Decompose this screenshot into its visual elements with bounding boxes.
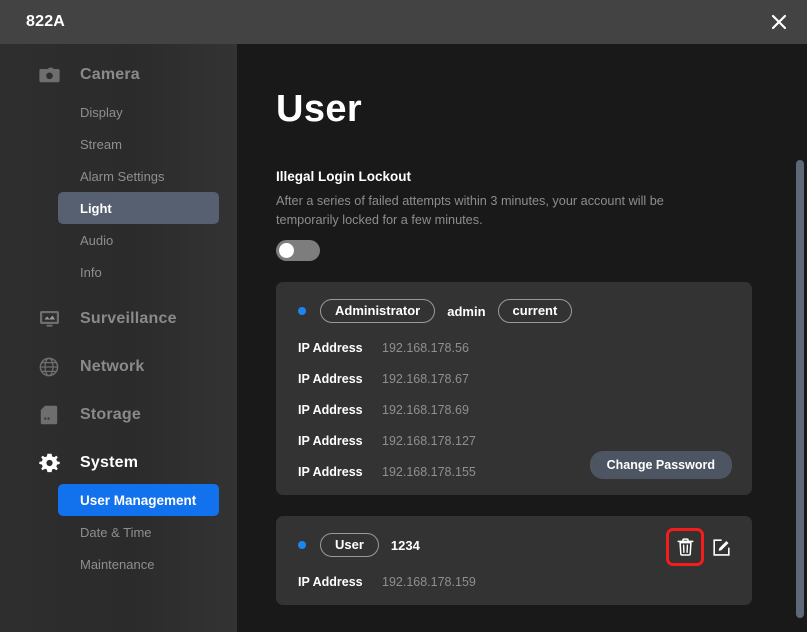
- toggle-knob: [279, 243, 294, 258]
- ip-value: 192.168.178.67: [382, 372, 469, 386]
- sidebar-item-user-management[interactable]: User Management: [58, 484, 219, 516]
- sidebar-item-maintenance[interactable]: Maintenance: [58, 548, 219, 580]
- sidebar-group-network[interactable]: Network: [0, 350, 237, 384]
- sidebar-item-date-time[interactable]: Date & Time: [58, 516, 219, 548]
- ip-row: IP Address 192.168.178.69: [298, 403, 734, 417]
- sdcard-icon: [38, 404, 60, 426]
- camera-icon: [38, 64, 60, 86]
- sidebar-item-alarm-settings[interactable]: Alarm Settings: [58, 160, 219, 192]
- account-actions: [666, 528, 734, 566]
- role-badge: Administrator: [320, 299, 436, 323]
- account-header: User 1234: [298, 532, 734, 558]
- sidebar-item-stream[interactable]: Stream: [58, 128, 219, 160]
- page-title: User: [276, 88, 363, 130]
- role-badge: User: [320, 533, 379, 557]
- sidebar-group-surveillance[interactable]: Surveillance: [0, 302, 237, 336]
- sidebar-group-system[interactable]: System: [0, 446, 237, 480]
- ip-value: 192.168.178.159: [382, 575, 476, 589]
- lockout-description: After a series of failed attempts within…: [276, 194, 664, 227]
- sidebar-item-display[interactable]: Display: [58, 96, 219, 128]
- change-password-button[interactable]: Change Password: [589, 451, 732, 479]
- sidebar-group-label: Storage: [80, 406, 141, 423]
- account-card-user: User 1234 IP Address 192.168.178.159: [276, 516, 752, 605]
- sidebar-group-label: Surveillance: [80, 310, 177, 327]
- sidebar-item-light[interactable]: Light: [58, 192, 219, 224]
- monitor-icon: [38, 308, 60, 330]
- ip-label: IP Address: [298, 372, 363, 386]
- sidebar-item-info[interactable]: Info: [58, 256, 219, 288]
- ip-row: IP Address 192.168.178.127: [298, 434, 734, 448]
- edit-icon: [712, 538, 730, 556]
- sidebar-group-camera[interactable]: Camera: [0, 58, 237, 92]
- ip-row: IP Address 192.168.178.67: [298, 372, 734, 386]
- trash-icon: [676, 538, 694, 556]
- ip-value: 192.168.178.155: [382, 465, 476, 479]
- ip-value: 192.168.178.56: [382, 341, 469, 355]
- window-title: 822A: [26, 13, 66, 30]
- sidebar-group-storage[interactable]: Storage: [0, 398, 237, 432]
- ip-row: IP Address 192.168.178.159: [298, 575, 734, 589]
- app-window: 822A Camera Display Stream Alarm Setting…: [0, 0, 807, 632]
- illegal-login-lockout-section: Illegal Login Lockout After a series of …: [276, 169, 746, 261]
- edit-user-button[interactable]: [708, 534, 734, 560]
- ip-label: IP Address: [298, 434, 363, 448]
- status-badge: current: [497, 299, 573, 323]
- account-username: 1234: [390, 537, 420, 553]
- gear-icon: [38, 452, 60, 474]
- ip-row: IP Address 192.168.178.56: [298, 341, 734, 355]
- scrollbar-thumb[interactable]: [796, 160, 804, 618]
- ip-value: 192.168.178.69: [382, 403, 469, 417]
- close-icon: [771, 14, 787, 30]
- sidebar-group-label: Camera: [80, 66, 140, 83]
- sidebar: Camera Display Stream Alarm Settings Lig…: [0, 44, 237, 632]
- globe-icon: [38, 356, 60, 378]
- online-status-dot: [298, 541, 306, 549]
- main-content: User Illegal Login Lockout After a serie…: [237, 44, 807, 632]
- ip-label: IP Address: [298, 341, 363, 355]
- title-bar: 822A: [0, 0, 807, 44]
- ip-label: IP Address: [298, 465, 363, 479]
- sidebar-group-label: System: [80, 454, 139, 471]
- delete-user-button[interactable]: [666, 528, 704, 566]
- lockout-title: Illegal Login Lockout: [276, 169, 411, 184]
- ip-value: 192.168.178.127: [382, 434, 476, 448]
- sidebar-item-audio[interactable]: Audio: [58, 224, 219, 256]
- account-card-administrator: Administrator admin current IP Address 1…: [276, 282, 752, 495]
- ip-label: IP Address: [298, 575, 363, 589]
- ip-label: IP Address: [298, 403, 363, 417]
- sidebar-group-label: Network: [80, 358, 145, 375]
- online-status-dot: [298, 307, 306, 315]
- close-button[interactable]: [751, 0, 807, 44]
- account-header: Administrator admin current: [298, 298, 734, 324]
- account-username: admin: [447, 303, 486, 319]
- lockout-toggle[interactable]: [276, 240, 320, 261]
